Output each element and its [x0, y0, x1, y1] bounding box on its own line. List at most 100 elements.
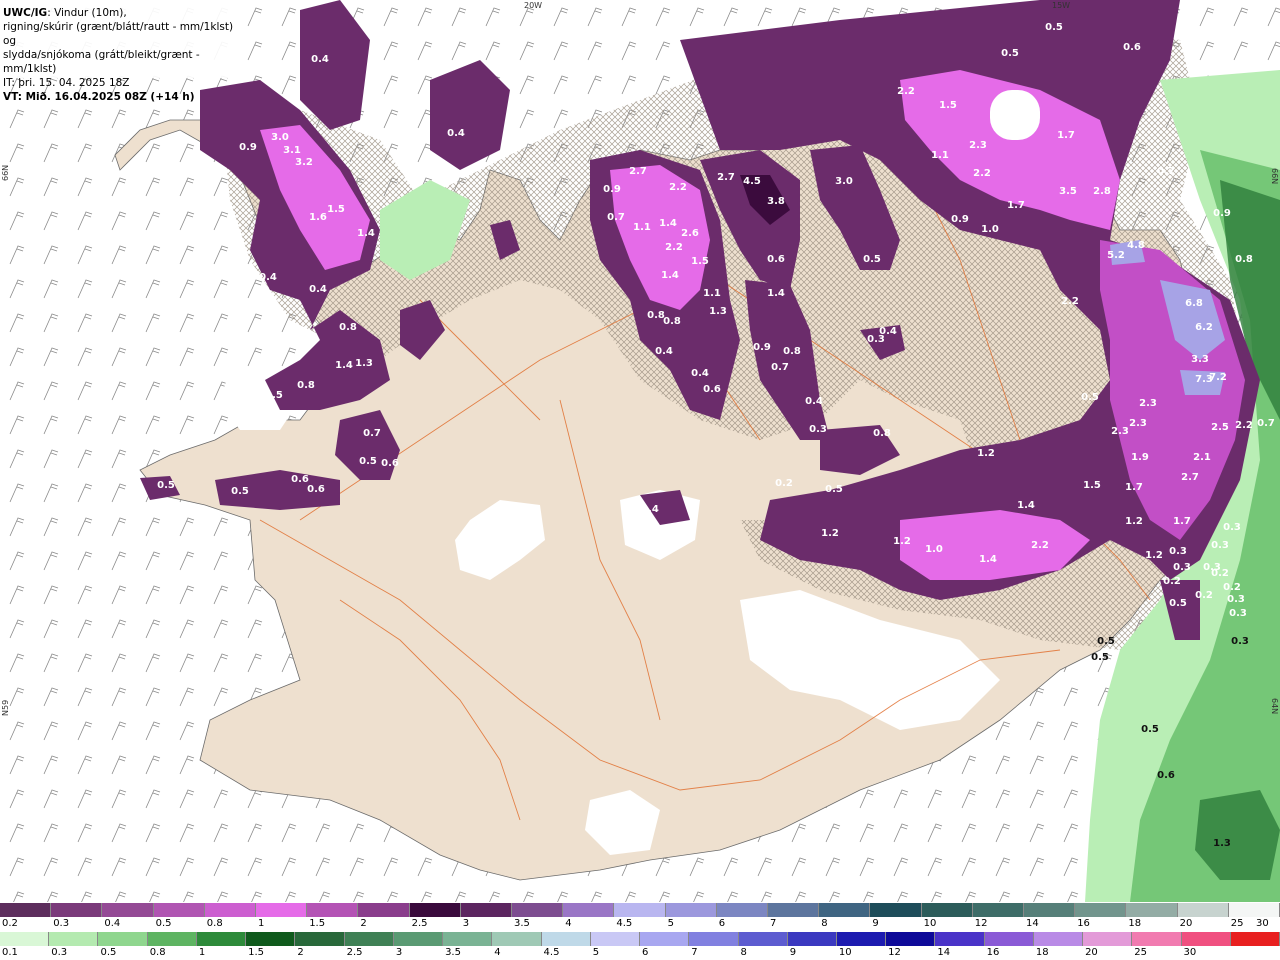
precip-value-label: 0.3	[1169, 546, 1187, 557]
legend-label: 10	[923, 918, 937, 929]
legend-swatch	[1132, 932, 1182, 946]
precip-value-label: 6.2	[1195, 322, 1213, 333]
legend-label: 25	[1134, 947, 1148, 958]
precip-value-label: 0.4	[311, 54, 329, 65]
precip-value-label: 0.3	[1229, 608, 1247, 619]
precip-value-label: 1.2	[1145, 550, 1163, 561]
legend-label: 2.5	[411, 918, 428, 929]
map-title-panel: UWC/IG: Vindur (10m), rigning/skúrir (gr…	[0, 0, 240, 103]
legend-label: 3.5	[445, 947, 461, 958]
legend-label: 1.5	[248, 947, 265, 958]
legend-swatch	[443, 932, 493, 946]
legend-swatch	[153, 903, 205, 917]
precip-value-label: 1.3	[709, 306, 727, 317]
title-line-5: VT: Mið. 16.04.2025 08Z (+14 h)	[3, 91, 195, 103]
precip-value-label: 0.9	[239, 142, 257, 153]
precip-value-label: 0.3	[1211, 540, 1229, 551]
precip-value-label: 0.9	[753, 342, 771, 353]
precip-value-label: 1.3	[355, 358, 373, 369]
weather-map[interactable]: 20W 15W 66N N59 66N 64N 0.4 0.4 3.0 3.13.2 0…	[0, 0, 1280, 902]
legend-swatch	[0, 932, 50, 946]
precip-value-label: 0.4	[259, 272, 277, 283]
precip-value-label: 0.5	[863, 254, 881, 265]
precip-value-label: 3.5	[1059, 186, 1077, 197]
precip-value-label: 0.2	[1195, 590, 1213, 601]
precip-value-label: 0.5	[1001, 48, 1019, 59]
precip-value-label: 3.1	[283, 145, 301, 156]
legend-swatch	[1033, 932, 1084, 946]
precip-value-label: 0.4	[805, 396, 823, 407]
legend-label: 7	[691, 947, 698, 958]
precip-value-label: 1.7	[1057, 130, 1075, 141]
coord-left-n59: N59	[1, 700, 10, 716]
legend-label: 0.5	[100, 947, 117, 958]
precip-value-label: 1.4	[659, 218, 677, 229]
legend-swatch	[984, 932, 1034, 946]
precip-value-label: 0.8	[1235, 254, 1253, 265]
precip-value-label: 0.6	[1123, 42, 1141, 53]
precip-value-label: 3.8	[767, 196, 785, 207]
legend-rain-bar	[0, 932, 1280, 946]
legend-label: 4.5	[543, 947, 560, 958]
legend-swatch	[1075, 903, 1127, 917]
legend-label: 6	[642, 947, 649, 958]
title-line-1-rest: : Vindur (10m),	[47, 7, 127, 19]
precip-value-label: 2.7	[1181, 472, 1199, 483]
legend-label: 2.5	[346, 947, 363, 958]
legend-label: 8	[821, 918, 828, 929]
precip-value-label: 0.3	[1231, 636, 1249, 647]
precip-value-label: 3.3	[1191, 354, 1209, 365]
precip-value-label: 1.3	[1213, 838, 1231, 849]
legend-label: 3	[462, 918, 470, 929]
legend-label: 1.5	[309, 918, 326, 929]
precip-value-label: 0.3	[1223, 522, 1241, 533]
legend-swatch	[409, 903, 461, 917]
legend-label: 1	[258, 918, 265, 929]
precip-value-label: 0.9	[951, 214, 969, 225]
precip-value-label: 1.6	[309, 212, 327, 223]
legend-label: 0.4	[104, 918, 121, 929]
precip-value-label: 0.9	[1213, 208, 1231, 219]
legend-label: 2	[297, 947, 304, 958]
legend-swatch	[836, 932, 887, 946]
precip-value-label: 0.5	[265, 390, 283, 401]
precip-value-label: 0.5	[1169, 598, 1187, 609]
precip-value-label: 3.2	[295, 157, 313, 168]
legend-swatch	[256, 903, 308, 917]
legend-swatch	[640, 932, 690, 946]
precip-value-label: 2.5	[1211, 422, 1229, 433]
legend-label: 0.3	[53, 918, 70, 929]
legend-swatch	[590, 932, 641, 946]
precip-value-label: 1.2	[1125, 516, 1143, 527]
legend-label: 0.8	[149, 947, 166, 958]
precip-value-label: 0.6	[307, 484, 325, 495]
precip-value-label: 2.3	[1139, 398, 1157, 409]
precip-value-label: 1.4	[335, 360, 353, 371]
white-lake	[990, 90, 1040, 140]
legend-label: 7	[770, 918, 777, 929]
legend-label: 3	[395, 947, 403, 958]
precip-value-label: 0.4	[447, 128, 465, 139]
precip-value-label: 0.3	[867, 334, 885, 345]
legend-swatch	[921, 903, 973, 917]
precip-value-label: 1.7	[1007, 200, 1025, 211]
precip-value-label: 0.7	[607, 212, 625, 223]
legend-swatch	[716, 903, 769, 917]
precip-value-label: 0.8	[663, 316, 681, 327]
legend-snow-bar	[0, 903, 1280, 917]
legend-swatch	[358, 903, 410, 917]
legend-label: 4	[565, 918, 572, 929]
legend-swatch	[563, 903, 615, 917]
legend-swatch	[147, 932, 197, 946]
legend-label: 10	[838, 947, 852, 958]
legend-swatch	[246, 932, 296, 946]
title-line-4: IT: þri. 15. 04. 2025 18Z	[3, 77, 130, 89]
precip-value-label: 3.0	[271, 132, 289, 143]
legend-label: 0.1	[2, 947, 18, 958]
precip-value-label: 0.7	[1257, 418, 1275, 429]
legend-swatch	[393, 932, 444, 946]
precip-value-label: 1.4	[661, 270, 679, 281]
legend-swatch	[1230, 932, 1280, 946]
precip-value-label: 1.7	[1125, 482, 1143, 493]
legend-swatch	[935, 932, 985, 946]
